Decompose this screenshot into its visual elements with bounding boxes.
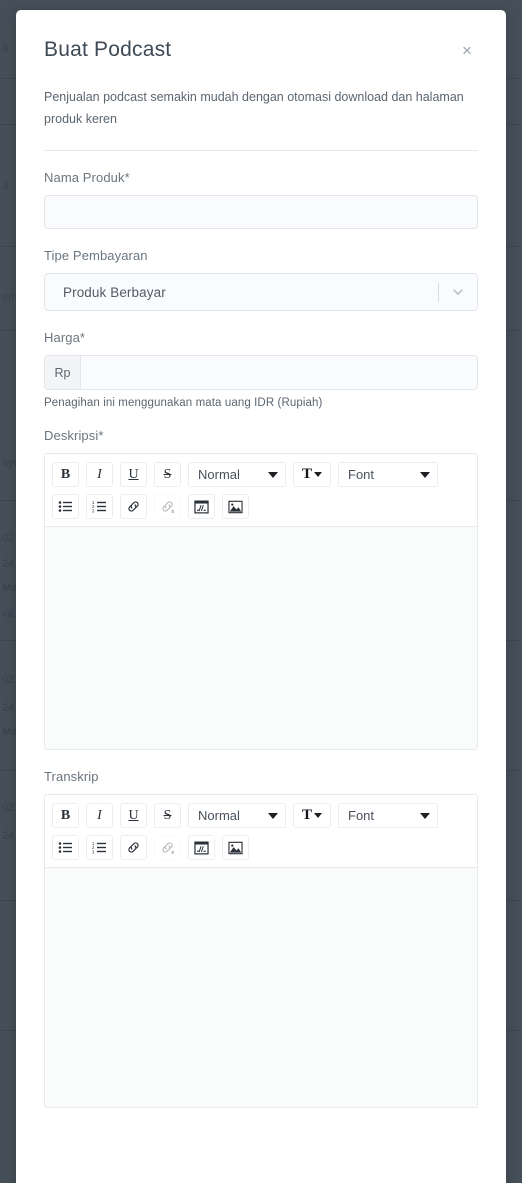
heading-select-value: Normal bbox=[198, 808, 240, 823]
caret-down-icon bbox=[314, 813, 322, 818]
field-nama-produk: Nama Produk* bbox=[44, 170, 478, 229]
toolbar-row-2: 1 2 3 bbox=[52, 494, 470, 519]
link-button[interactable] bbox=[120, 835, 147, 860]
buat-podcast-modal: Buat Podcast × Penjualan podcast semakin… bbox=[16, 10, 506, 1183]
bullet-list-button[interactable] bbox=[52, 835, 79, 860]
strikethrough-icon: S bbox=[163, 466, 172, 482]
bullet-list-icon bbox=[58, 500, 73, 513]
modal-description: Penjualan podcast semakin mudah dengan o… bbox=[44, 90, 464, 126]
chevron-down-icon bbox=[451, 285, 465, 299]
underline-icon: U bbox=[128, 807, 139, 823]
embed-button[interactable] bbox=[188, 494, 215, 519]
image-button[interactable] bbox=[222, 835, 249, 860]
strikethrough-icon: S bbox=[163, 807, 172, 823]
field-deskripsi: Deskripsi* B I U S Normal T Font 1 2 3 bbox=[44, 428, 478, 750]
deskripsi-editor: B I U S Normal T Font 1 2 3 bbox=[44, 453, 478, 750]
harga-help-text: Penagihan ini menggunakan mata uang IDR … bbox=[44, 397, 323, 409]
tipe-pembayaran-value: Produk Berbayar bbox=[63, 284, 166, 300]
close-icon[interactable]: × bbox=[456, 40, 478, 62]
font-select-value: Font bbox=[348, 467, 375, 482]
harga-input-group: Rp bbox=[44, 355, 478, 390]
toolbar-row-1: B I U S Normal T Font bbox=[52, 462, 470, 487]
transkrip-editor: B I U S Normal T Font 1 2 3 bbox=[44, 794, 478, 1108]
caret-down-icon bbox=[268, 812, 278, 819]
bullet-list-button[interactable] bbox=[52, 494, 79, 519]
deskripsi-editor-body[interactable] bbox=[44, 527, 478, 750]
italic-button[interactable]: I bbox=[86, 803, 113, 828]
label-transkrip: Transkrip bbox=[44, 769, 99, 784]
italic-button[interactable]: I bbox=[86, 462, 113, 487]
toolbar-row-2: 1 2 3 bbox=[52, 835, 470, 860]
bullet-list-icon bbox=[58, 841, 73, 854]
underline-icon: U bbox=[128, 466, 139, 482]
caret-down-icon bbox=[268, 471, 278, 478]
font-select[interactable]: Font bbox=[338, 462, 438, 487]
svg-text:3: 3 bbox=[92, 849, 95, 854]
label-tipe-pembayaran: Tipe Pembayaran bbox=[44, 248, 148, 263]
italic-icon: I bbox=[97, 466, 102, 482]
bold-button[interactable]: B bbox=[52, 803, 79, 828]
transkrip-editor-toolbar: B I U S Normal T Font 1 2 3 bbox=[44, 794, 478, 868]
embed-button[interactable] bbox=[188, 835, 215, 860]
unlink-button bbox=[154, 494, 181, 519]
heading-select[interactable]: Normal bbox=[188, 462, 286, 487]
underline-button[interactable]: U bbox=[120, 462, 147, 487]
label-harga: Harga* bbox=[44, 330, 86, 345]
heading-select-value: Normal bbox=[198, 467, 240, 482]
ordered-list-icon: 1 2 3 bbox=[92, 841, 107, 854]
unlink-icon bbox=[160, 840, 175, 855]
tipe-pembayaran-select[interactable]: Produk Berbayar bbox=[44, 273, 478, 311]
header-divider bbox=[44, 150, 478, 151]
nama-produk-input[interactable] bbox=[44, 195, 478, 229]
strikethrough-button[interactable]: S bbox=[154, 462, 181, 487]
transkrip-editor-body[interactable] bbox=[44, 868, 478, 1108]
field-harga: Harga* Rp Penagihan ini menggunakan mata… bbox=[44, 330, 478, 409]
image-button[interactable] bbox=[222, 494, 249, 519]
text-color-icon: T bbox=[301, 466, 312, 482]
page-title: Buat Podcast bbox=[44, 38, 172, 61]
image-icon bbox=[228, 841, 243, 855]
ordered-list-button[interactable]: 1 2 3 bbox=[86, 835, 113, 860]
italic-icon: I bbox=[97, 807, 102, 823]
strikethrough-button[interactable]: S bbox=[154, 803, 181, 828]
ordered-list-button[interactable]: 1 2 3 bbox=[86, 494, 113, 519]
bold-button[interactable]: B bbox=[52, 462, 79, 487]
caret-down-icon bbox=[420, 471, 430, 478]
font-select[interactable]: Font bbox=[338, 803, 438, 828]
link-icon bbox=[126, 840, 141, 855]
bold-icon: B bbox=[60, 807, 71, 823]
embed-icon bbox=[194, 841, 209, 855]
label-deskripsi: Deskripsi* bbox=[44, 428, 104, 443]
font-select-value: Font bbox=[348, 808, 375, 823]
text-color-button[interactable]: T bbox=[293, 803, 331, 828]
embed-icon bbox=[194, 500, 209, 514]
heading-select[interactable]: Normal bbox=[188, 803, 286, 828]
harga-input[interactable] bbox=[81, 356, 477, 389]
deskripsi-editor-toolbar: B I U S Normal T Font 1 2 3 bbox=[44, 453, 478, 527]
ordered-list-icon: 1 2 3 bbox=[92, 500, 107, 513]
field-transkrip: Transkrip B I U S Normal T Font 1 2 3 bbox=[44, 769, 478, 1108]
svg-text:3: 3 bbox=[92, 508, 95, 513]
unlink-icon bbox=[160, 499, 175, 514]
bold-icon: B bbox=[60, 466, 71, 482]
link-icon bbox=[126, 499, 141, 514]
toolbar-row-1: B I U S Normal T Font bbox=[52, 803, 470, 828]
label-nama-produk: Nama Produk* bbox=[44, 170, 130, 185]
modal-header: Buat Podcast × bbox=[44, 10, 478, 64]
link-button[interactable] bbox=[120, 494, 147, 519]
text-color-button[interactable]: T bbox=[293, 462, 331, 487]
underline-button[interactable]: U bbox=[120, 803, 147, 828]
text-color-icon: T bbox=[301, 807, 312, 823]
caret-down-icon bbox=[314, 472, 322, 477]
field-tipe-pembayaran: Tipe Pembayaran Produk Berbayar bbox=[44, 248, 478, 311]
caret-down-icon bbox=[420, 812, 430, 819]
currency-prefix-rp: Rp bbox=[45, 356, 81, 389]
unlink-button bbox=[154, 835, 181, 860]
select-separator bbox=[438, 283, 439, 302]
image-icon bbox=[228, 500, 243, 514]
